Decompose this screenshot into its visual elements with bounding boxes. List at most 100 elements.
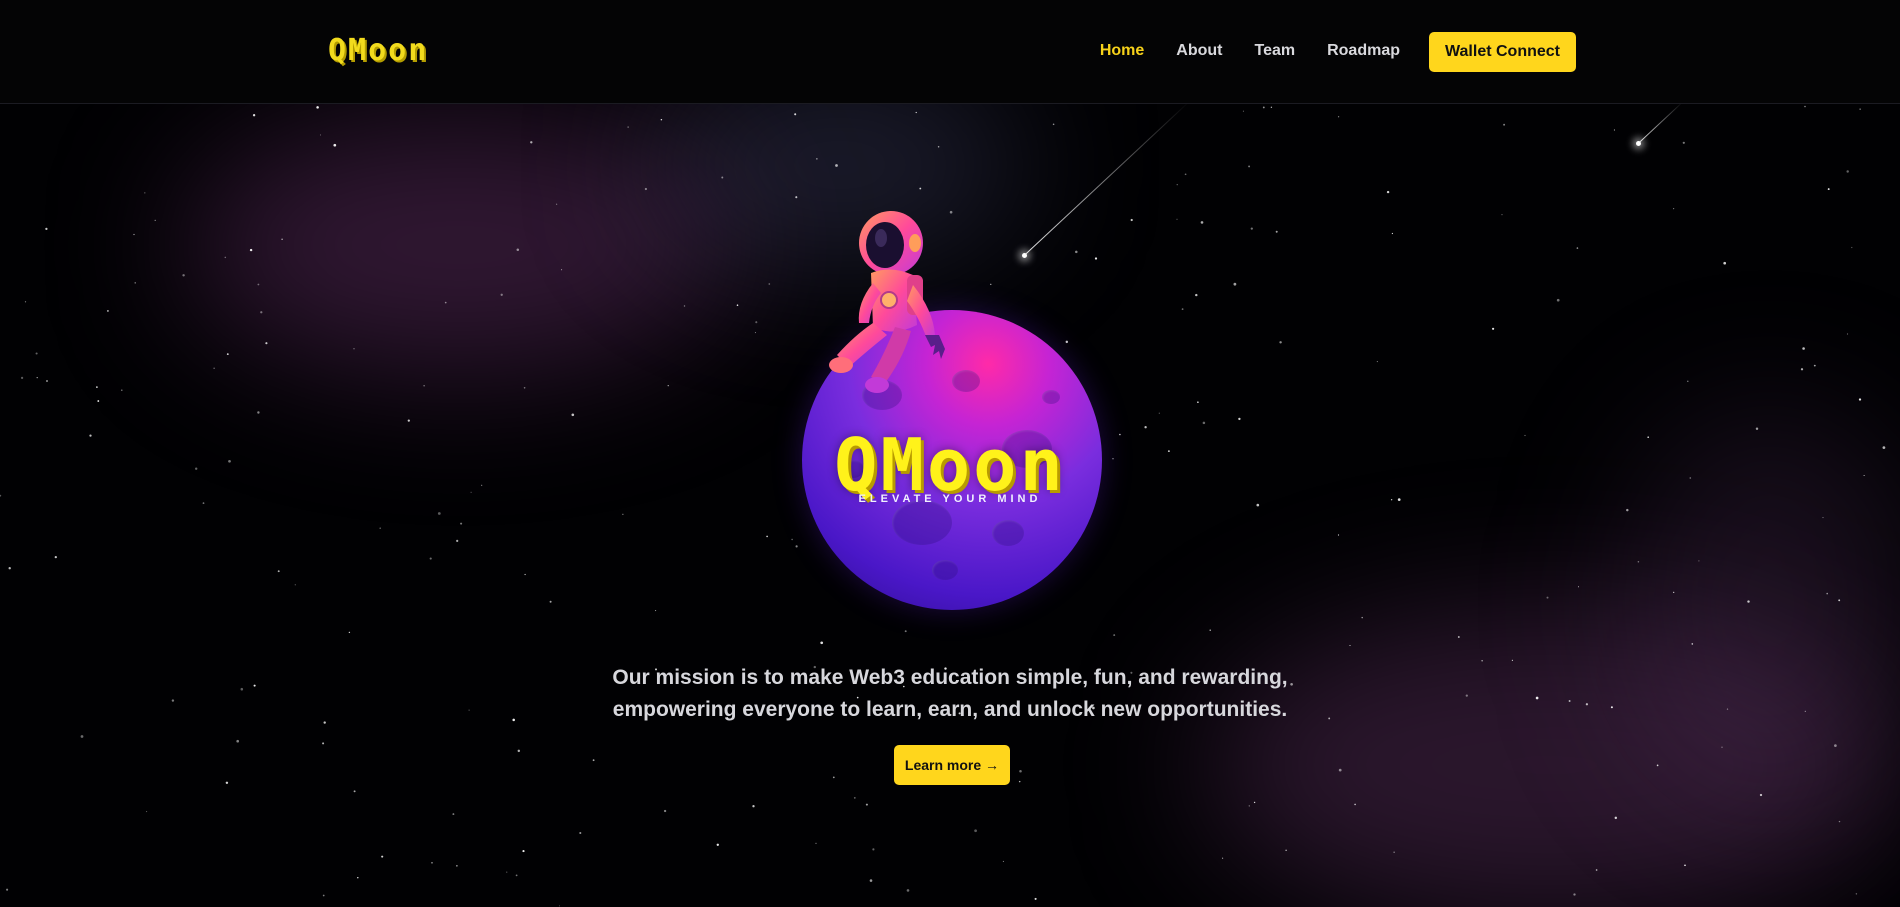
mission-line: Our mission is to make Web3 education si… [612, 666, 1288, 689]
star [1075, 250, 1078, 254]
star [379, 527, 381, 529]
star [1065, 340, 1069, 344]
star [20, 376, 24, 380]
wallet-connect-button[interactable]: Wallet Connect [1429, 32, 1576, 72]
star [353, 348, 355, 350]
star [1195, 293, 1198, 297]
star [915, 111, 917, 114]
mission-line: empowering everyone to learn, earn, and … [612, 698, 1288, 721]
star [919, 187, 922, 190]
star [752, 805, 755, 808]
brand-logo[interactable]: QMoon [328, 33, 428, 68]
star [1826, 592, 1828, 595]
star [144, 192, 146, 194]
star [683, 305, 686, 307]
star [512, 718, 515, 722]
star [1002, 860, 1004, 862]
star [1846, 170, 1849, 173]
star [1238, 417, 1241, 421]
star [195, 467, 198, 470]
star [1859, 108, 1861, 110]
star [872, 848, 875, 851]
star [1270, 106, 1273, 108]
star [348, 631, 351, 634]
star [481, 484, 483, 486]
star [89, 434, 92, 437]
star [226, 353, 229, 355]
star [1465, 694, 1468, 697]
star [316, 106, 319, 109]
star [1576, 247, 1579, 249]
star [1019, 769, 1022, 773]
star [437, 512, 441, 515]
star [1158, 412, 1160, 414]
star [1130, 218, 1133, 222]
star [225, 781, 229, 785]
star [1200, 221, 1204, 224]
star [1250, 227, 1253, 230]
star [1684, 864, 1686, 867]
star [1755, 427, 1759, 430]
nav-home[interactable]: Home [1100, 42, 1144, 60]
star [522, 850, 525, 853]
shooting-star-head [1636, 141, 1641, 146]
star [1262, 106, 1265, 109]
main-nav: Home About Team Roadmap [1100, 42, 1400, 60]
star [904, 630, 907, 633]
star [1577, 586, 1580, 588]
star [1386, 190, 1390, 194]
star [1391, 232, 1394, 235]
star [154, 219, 156, 222]
star [1181, 308, 1184, 310]
star [1393, 851, 1395, 853]
star [470, 491, 472, 493]
star [1827, 188, 1830, 191]
star [592, 759, 595, 762]
nav-roadmap[interactable]: Roadmap [1327, 42, 1400, 60]
star [134, 282, 136, 284]
star [974, 829, 977, 833]
star [1687, 380, 1689, 383]
star [1209, 629, 1211, 631]
star [54, 555, 57, 559]
star [794, 113, 797, 116]
star [444, 301, 447, 304]
star [1222, 857, 1224, 859]
star [240, 687, 244, 691]
star [381, 855, 384, 858]
star [500, 293, 503, 296]
star [791, 538, 793, 541]
star [8, 567, 11, 570]
star [1338, 768, 1342, 772]
star [1834, 744, 1837, 747]
star [655, 610, 657, 612]
nav-about[interactable]: About [1176, 42, 1222, 60]
star [835, 164, 838, 167]
star [1556, 298, 1560, 302]
star [265, 342, 268, 345]
star [423, 385, 425, 387]
star [1813, 364, 1816, 367]
star [571, 413, 575, 417]
star [1546, 596, 1549, 599]
star [1337, 534, 1340, 536]
learn-more-button[interactable]: Learn more → [894, 745, 1010, 785]
star [1361, 616, 1363, 619]
star [236, 739, 240, 743]
star [1052, 123, 1055, 126]
star [257, 283, 260, 286]
star [1144, 426, 1147, 429]
astronaut-illustration [829, 211, 945, 393]
nav-team[interactable]: Team [1254, 42, 1295, 60]
star [1804, 105, 1806, 108]
star [1457, 636, 1460, 638]
star [121, 389, 123, 391]
mission-statement: Our mission is to make Web3 education si… [550, 662, 1350, 726]
star [1275, 230, 1278, 233]
star [515, 874, 518, 877]
star [277, 570, 280, 573]
star [1197, 401, 1199, 403]
star [1094, 257, 1098, 260]
shooting-star-head [1022, 253, 1027, 258]
star [1698, 560, 1700, 562]
